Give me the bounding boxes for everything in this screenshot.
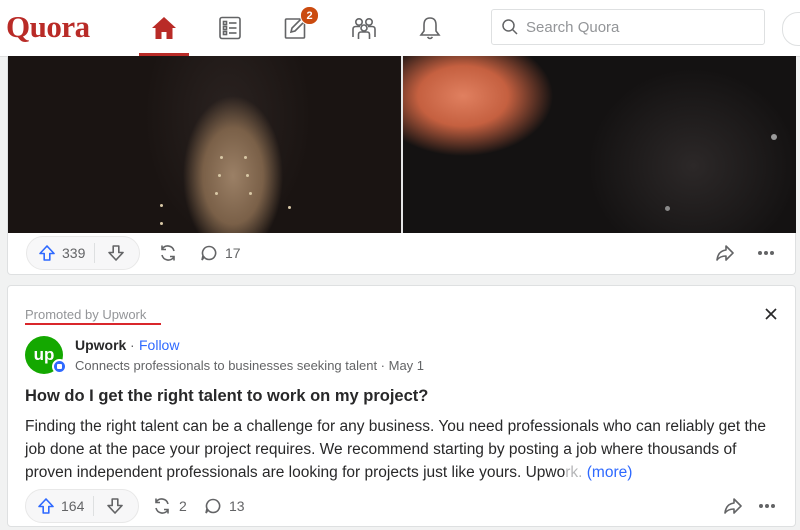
post-image[interactable] — [8, 56, 796, 233]
ellipsis-icon — [758, 251, 774, 255]
nav-following[interactable] — [206, 10, 254, 46]
more-options-button[interactable] — [756, 239, 776, 267]
follow-button[interactable]: Follow — [139, 337, 179, 353]
more-options-button[interactable] — [757, 492, 777, 520]
search-input[interactable] — [524, 17, 748, 37]
author-tagline: Connects professionals to businesses see… — [75, 358, 425, 373]
dismiss-button[interactable] — [763, 306, 779, 327]
downvote-arrow-icon — [108, 245, 125, 261]
feed-post-card: 339 17 — [7, 56, 796, 275]
search-box[interactable] — [491, 9, 765, 45]
answer-badge: 2 — [300, 6, 319, 25]
share-button[interactable]: 2 — [152, 492, 187, 520]
upvote-button[interactable]: 339 — [27, 243, 96, 263]
reshare-icon — [155, 498, 169, 514]
nav-answer[interactable]: 2 — [272, 6, 320, 46]
share-button[interactable] — [158, 239, 178, 267]
share-arrow-icon — [716, 245, 734, 261]
bell-icon — [419, 17, 441, 40]
following-list-icon — [219, 16, 241, 40]
vote-group: 164 — [25, 489, 139, 523]
vote-group: 339 — [26, 236, 140, 270]
search-icon — [501, 18, 519, 36]
quora-logo[interactable]: Quora — [6, 9, 90, 45]
downvote-button[interactable] — [95, 244, 125, 262]
upvote-arrow-icon — [39, 245, 55, 261]
comment-count: 17 — [225, 245, 241, 261]
verified-badge-icon — [52, 359, 67, 374]
upvote-button[interactable]: 164 — [26, 496, 95, 516]
promoted-post-card: Promoted by Upwork up Upwork · Follow Co… — [7, 285, 796, 527]
reshare-icon — [161, 245, 175, 261]
ellipsis-icon — [759, 504, 775, 508]
comment-icon — [201, 245, 217, 261]
downvote-button[interactable] — [94, 497, 124, 515]
share-arrow-icon — [724, 498, 742, 514]
comment-button[interactable]: 13 — [204, 492, 245, 520]
nav-home[interactable] — [139, 10, 189, 56]
spaces-people-icon — [352, 17, 376, 39]
home-icon — [152, 17, 176, 39]
author-name[interactable]: Upwork — [75, 337, 126, 353]
upvote-arrow-icon — [38, 498, 54, 514]
post-action-bar: 339 17 — [8, 233, 797, 273]
post-image-left — [8, 56, 402, 233]
nav-notifications[interactable] — [406, 10, 454, 46]
close-icon — [765, 308, 777, 320]
separator-dot: · — [130, 337, 135, 353]
upvote-count: 164 — [61, 498, 85, 514]
post-action-bar: 164 2 13 — [8, 486, 797, 526]
upvote-count: 339 — [62, 245, 86, 261]
top-navbar: Quora 2 — [0, 0, 800, 57]
comment-count: 13 — [229, 498, 245, 514]
nav-spaces[interactable] — [340, 10, 388, 46]
try-quora-button[interactable] — [782, 12, 800, 46]
comment-icon — [205, 498, 221, 514]
post-body[interactable]: Finding the right talent can be a challe… — [25, 415, 785, 484]
forward-share-button[interactable] — [723, 492, 743, 520]
question-title[interactable]: How do I get the right talent to work on… — [25, 387, 428, 406]
post-body-text: Finding the right talent can be a challe… — [25, 418, 767, 481]
upwork-logo-text: up — [33, 345, 55, 364]
downvote-arrow-icon — [107, 498, 124, 514]
post-body-fade: rk. — [565, 464, 583, 481]
share-count: 2 — [179, 498, 187, 514]
promoted-label[interactable]: Promoted by Upwork — [25, 307, 146, 322]
forward-share-button[interactable] — [715, 239, 735, 267]
post-image-right — [403, 56, 796, 233]
comment-button[interactable]: 17 — [200, 239, 241, 267]
promoted-underline — [25, 323, 161, 325]
more-link[interactable]: (more) — [587, 464, 633, 481]
